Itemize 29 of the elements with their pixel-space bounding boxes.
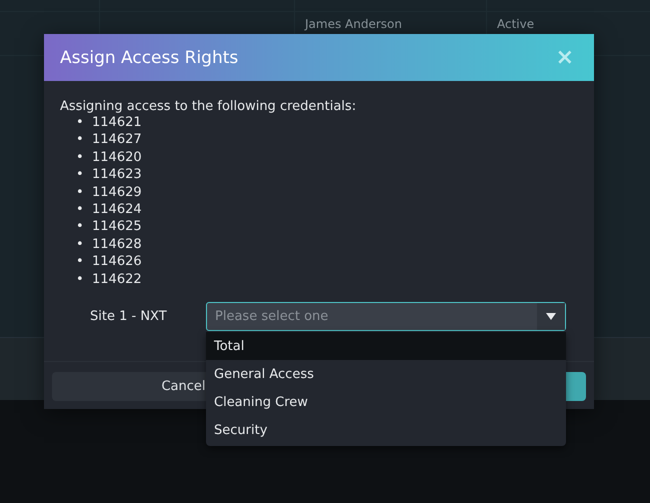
credential-item: 114621 <box>92 114 142 132</box>
credential-item: 114627 <box>92 131 142 149</box>
bullet: • <box>76 201 85 218</box>
bullet: • <box>76 114 85 132</box>
credential-item: 114626 <box>92 253 142 271</box>
bullet: • <box>76 184 85 202</box>
bullet: • <box>76 270 85 288</box>
bullet: • <box>76 166 85 184</box>
credential-item: 114624 <box>92 201 142 218</box>
credential-item: 114628 <box>92 236 142 254</box>
table-cell: Active <box>497 17 534 31</box>
bullet: • <box>76 148 85 166</box>
bullet: • <box>76 131 85 149</box>
credential-item: 114620 <box>92 148 142 166</box>
site-label: Site 1 - NXT <box>89 309 168 324</box>
credential-item: 114622 <box>92 270 142 288</box>
bullet: • <box>76 236 85 254</box>
credential-item: 114629 <box>92 184 142 202</box>
table-cell: James Anderson <box>305 17 402 31</box>
credential-item: 114625 <box>92 218 142 236</box>
select-placeholder: Please select one <box>215 309 328 324</box>
intro-text: Assigning access to the following credentials: <box>60 99 358 114</box>
caret-icon <box>546 313 556 320</box>
bullet: • <box>76 253 85 271</box>
bullet: • <box>76 218 85 236</box>
dropdown-option[interactable]: Total <box>206 332 566 360</box>
dropdown-option[interactable]: Security <box>206 416 566 444</box>
dialog-title: Assign Access Rights <box>60 48 238 68</box>
credential-item: 114623 <box>92 166 142 184</box>
